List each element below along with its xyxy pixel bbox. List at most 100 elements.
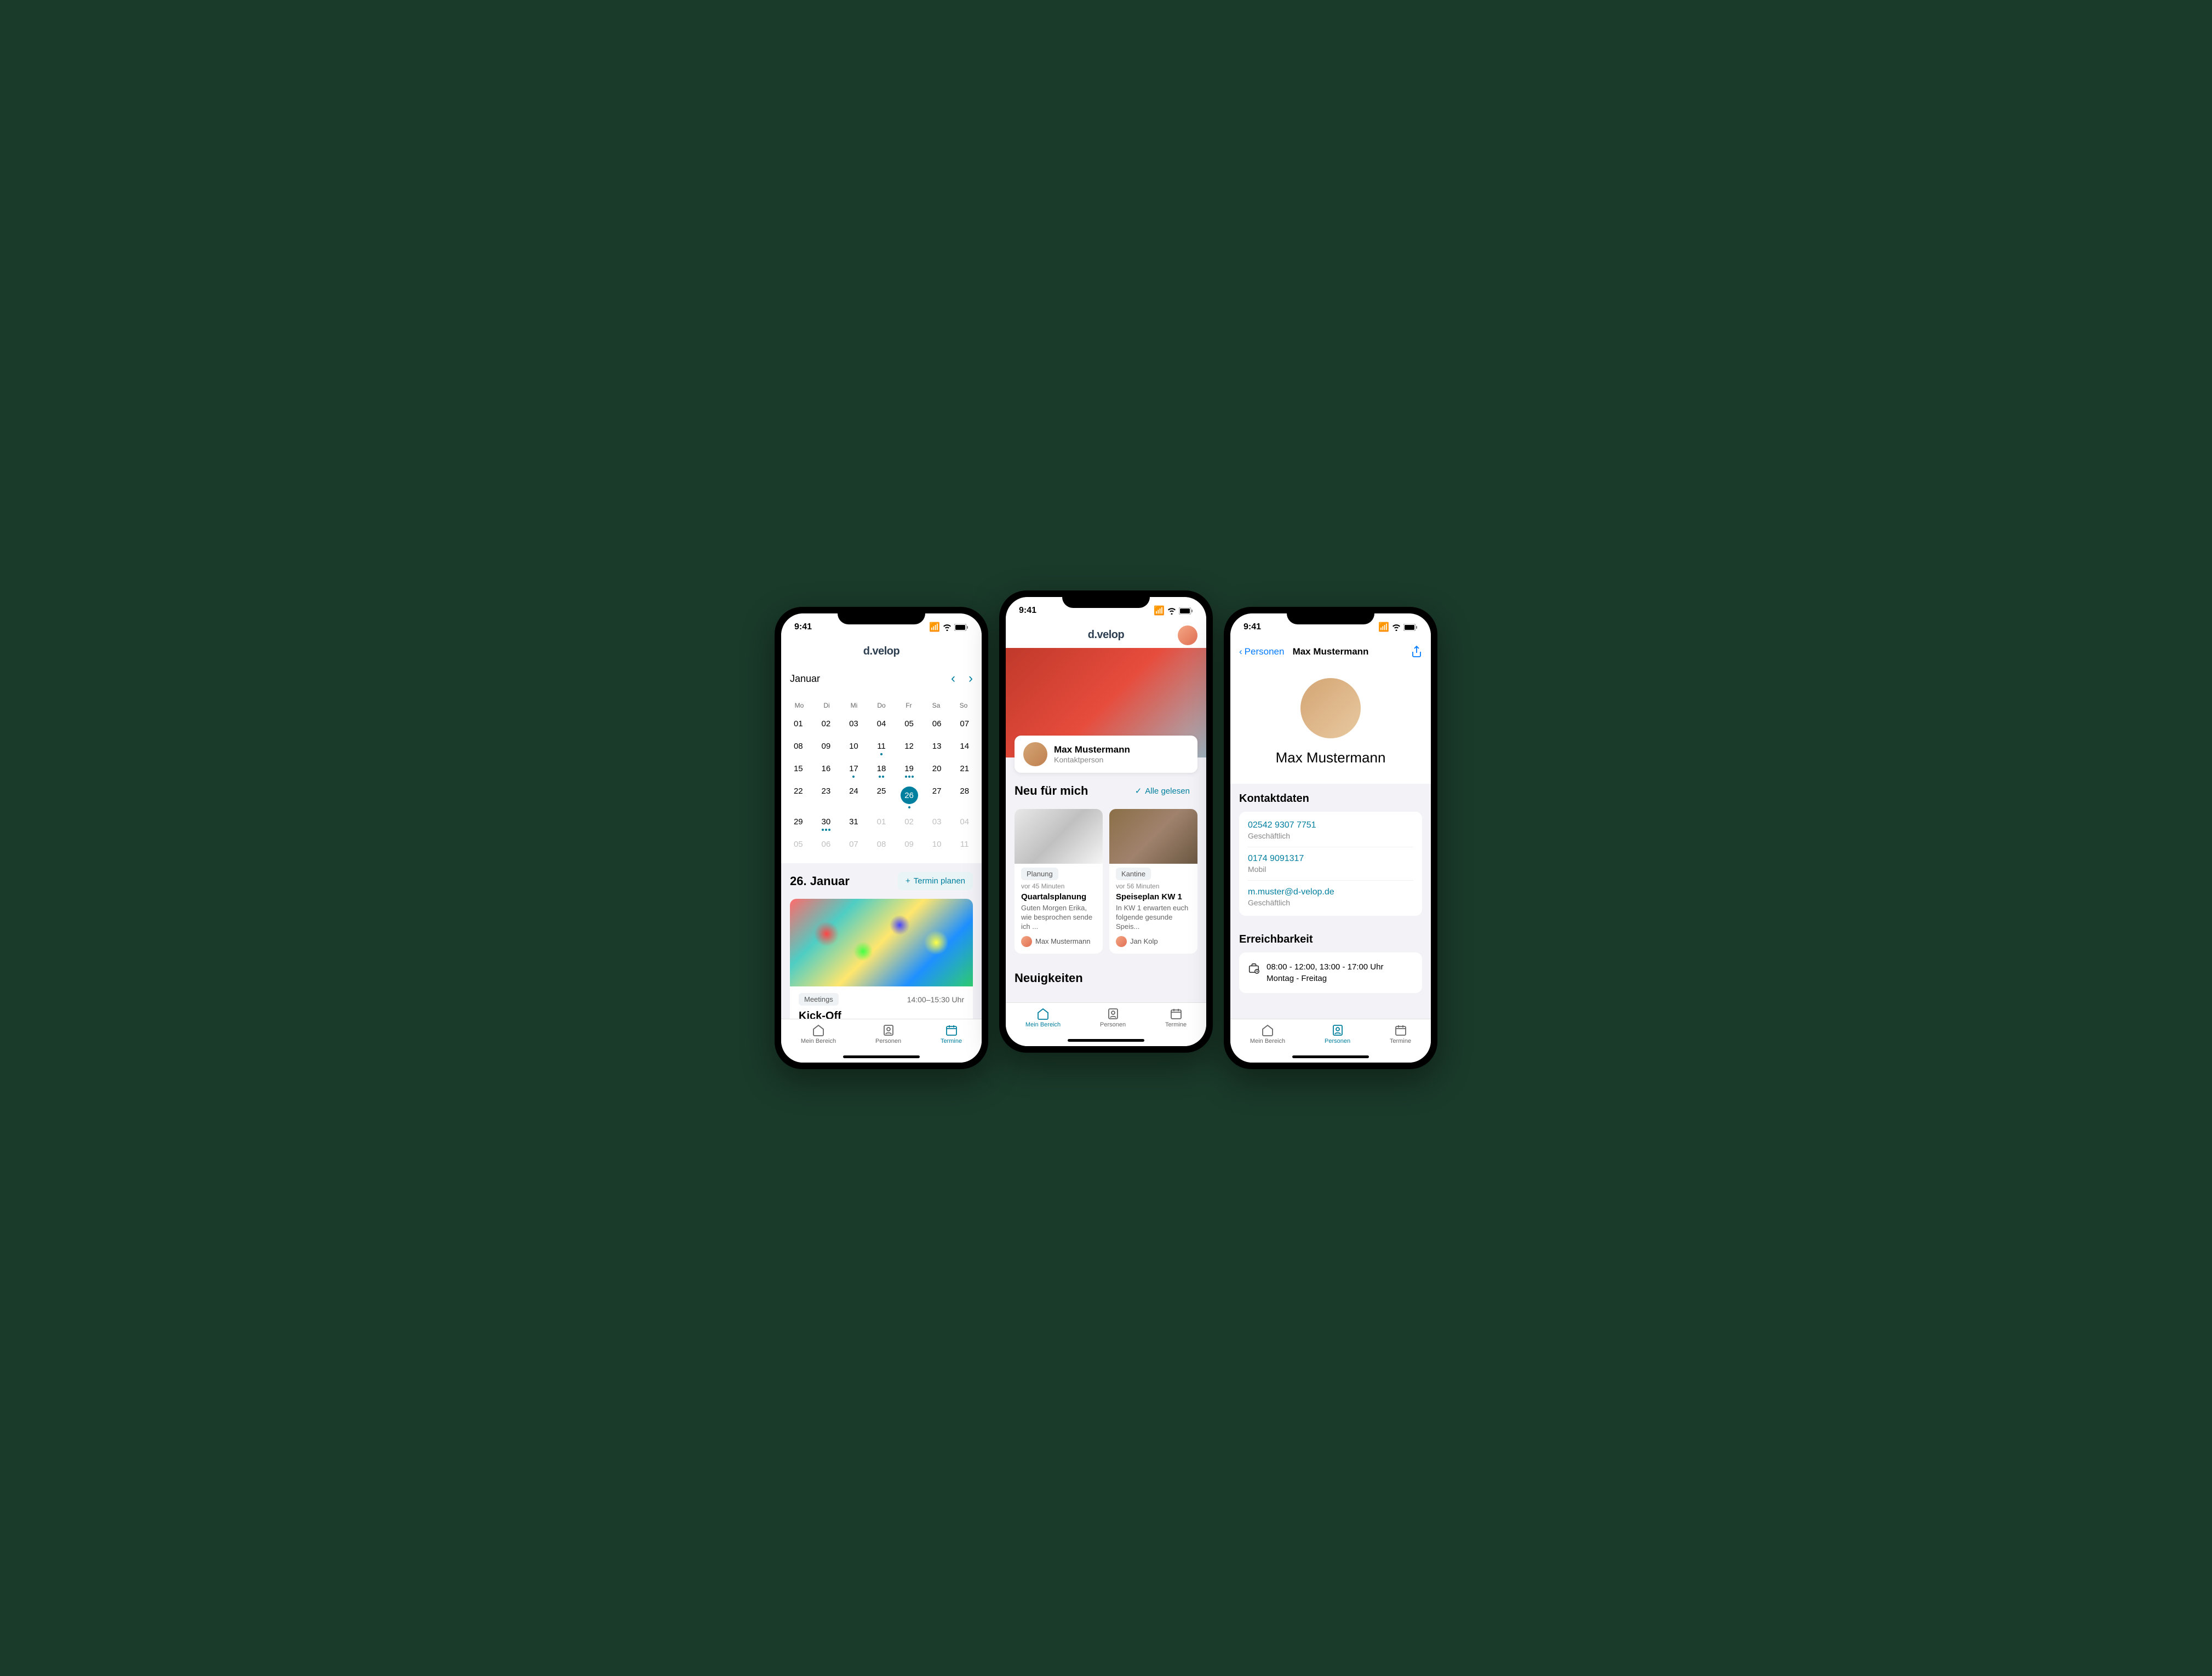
calendar-day[interactable]: 04 xyxy=(869,714,895,734)
calendar-day[interactable]: 06 xyxy=(924,714,950,734)
tab-mein-bereich[interactable]: Mein Bereich xyxy=(801,1024,836,1044)
contact-row[interactable]: 0174 9091317 Mobil xyxy=(1248,847,1413,881)
weekday-label: Do xyxy=(868,702,895,709)
news-tag: Planung xyxy=(1021,868,1058,880)
calendar-day[interactable]: 07 xyxy=(952,714,977,734)
calendar-day[interactable]: 05 xyxy=(786,834,811,854)
event-card[interactable]: Meetings 14:00–15:30 Uhr Kick-Off Sabine… xyxy=(790,899,973,1019)
prev-month-icon[interactable]: ‹ xyxy=(951,671,955,686)
calendar-day[interactable]: 10 xyxy=(841,736,867,756)
calendar-day[interactable]: 06 xyxy=(813,834,839,854)
person-icon xyxy=(882,1024,895,1037)
person-icon xyxy=(1331,1024,1344,1037)
home-indicator[interactable] xyxy=(843,1055,920,1058)
all-read-button[interactable]: ✓ Alle gelesen xyxy=(1127,782,1197,800)
contact-name: Max Mustermann xyxy=(1054,744,1130,755)
nav-header: ‹ Personen Max Mustermann xyxy=(1230,641,1431,665)
calendar-day[interactable]: 21 xyxy=(952,759,977,779)
home-indicator[interactable] xyxy=(1068,1039,1144,1042)
calendar-day[interactable]: 22 xyxy=(786,781,811,810)
calendar-day[interactable]: 08 xyxy=(869,834,895,854)
calendar-day[interactable]: 02 xyxy=(896,812,922,832)
calendar-day[interactable]: 08 xyxy=(786,736,811,756)
status-icons: 📶 xyxy=(1154,605,1193,616)
user-avatar[interactable] xyxy=(1178,625,1197,645)
calendar-day[interactable]: 03 xyxy=(924,812,950,832)
news-tag: Kantine xyxy=(1116,868,1151,880)
home-icon xyxy=(1261,1024,1274,1037)
next-month-icon[interactable]: › xyxy=(969,671,973,686)
calendar-day[interactable]: 14 xyxy=(952,736,977,756)
calendar-day[interactable]: 25 xyxy=(869,781,895,810)
calendar-day[interactable]: 27 xyxy=(924,781,950,810)
tab-personen[interactable]: Personen xyxy=(875,1024,901,1044)
calendar-day[interactable]: 28 xyxy=(952,781,977,810)
calendar-day[interactable]: 11 xyxy=(869,736,895,756)
check-icon: ✓ xyxy=(1135,786,1142,796)
share-icon[interactable] xyxy=(1411,645,1422,658)
calendar-day[interactable]: 20 xyxy=(924,759,950,779)
signal-icon: 📶 xyxy=(929,622,940,633)
news-time: vor 56 Minuten xyxy=(1116,882,1191,890)
calendar-day[interactable]: 05 xyxy=(896,714,922,734)
calendar-day[interactable]: 07 xyxy=(841,834,867,854)
calendar-day[interactable]: 15 xyxy=(786,759,811,779)
calendar-day[interactable]: 11 xyxy=(952,834,977,854)
tab-personen[interactable]: Personen xyxy=(1325,1024,1350,1044)
event-image xyxy=(790,899,973,986)
calendar-day[interactable]: 31 xyxy=(841,812,867,832)
tab-mein-bereich[interactable]: Mein Bereich xyxy=(1250,1024,1285,1044)
news-card[interactable]: Planung vor 45 Minuten Quartalsplanung G… xyxy=(1015,809,1103,954)
calendar-day[interactable]: 24 xyxy=(841,781,867,810)
calendar-day[interactable]: 01 xyxy=(869,812,895,832)
calendar-day[interactable]: 16 xyxy=(813,759,839,779)
calendar-day[interactable]: 26 xyxy=(896,781,922,810)
contact-row[interactable]: m.muster@d-velop.de Geschäftlich xyxy=(1248,881,1413,914)
calendar-day[interactable]: 29 xyxy=(786,812,811,832)
avatar xyxy=(1023,742,1047,766)
phone-person: 9:41 📶 ‹ Personen Max Mustermann Max Mus… xyxy=(1224,607,1437,1069)
calendar-day[interactable]: 12 xyxy=(896,736,922,756)
home-icon xyxy=(1036,1007,1050,1020)
calendar-day[interactable]: 04 xyxy=(952,812,977,832)
weekday-label: Sa xyxy=(922,702,950,709)
calendar-day[interactable]: 17 xyxy=(841,759,867,779)
wifi-icon xyxy=(942,623,952,631)
status-time: 9:41 xyxy=(1019,606,1036,616)
calendar-day[interactable]: 09 xyxy=(813,736,839,756)
contact-row[interactable]: 02542 9307 7751 Geschäftlich xyxy=(1248,814,1413,847)
calendar-day[interactable]: 10 xyxy=(924,834,950,854)
calendar-day[interactable]: 01 xyxy=(786,714,811,734)
tab-termine[interactable]: Termine xyxy=(1390,1024,1411,1044)
home-icon xyxy=(812,1024,825,1037)
calendar-day[interactable]: 30 xyxy=(813,812,839,832)
status-icons: 📶 xyxy=(929,622,969,633)
calendar-day[interactable]: 02 xyxy=(813,714,839,734)
tab-termine[interactable]: Termine xyxy=(941,1024,962,1044)
weekday-label: Di xyxy=(813,702,840,709)
news-time: vor 45 Minuten xyxy=(1021,882,1096,890)
home-indicator[interactable] xyxy=(1292,1055,1369,1058)
event-title: Kick-Off xyxy=(799,1010,964,1019)
news-excerpt: Guten Morgen Erika, wie besprochen sende… xyxy=(1021,904,1096,932)
contact-card: 02542 9307 7751 Geschäftlich 0174 909131… xyxy=(1239,812,1422,916)
calendar-day[interactable]: 19 xyxy=(896,759,922,779)
news-image xyxy=(1109,809,1197,864)
tab-personen[interactable]: Personen xyxy=(1100,1007,1126,1028)
tab-mein-bereich[interactable]: Mein Bereich xyxy=(1025,1007,1061,1028)
calendar-day[interactable]: 09 xyxy=(896,834,922,854)
contact-card[interactable]: Max Mustermann Kontaktperson xyxy=(1015,736,1197,773)
news-card[interactable]: Kantine vor 56 Minuten Speiseplan KW 1 I… xyxy=(1109,809,1197,954)
calendar-day[interactable]: 13 xyxy=(924,736,950,756)
back-button[interactable]: ‹ Personen xyxy=(1239,646,1284,657)
notch xyxy=(1287,607,1374,624)
tab-termine[interactable]: Termine xyxy=(1165,1007,1187,1028)
calendar-day[interactable]: 03 xyxy=(841,714,867,734)
calendar-day[interactable]: 23 xyxy=(813,781,839,810)
plan-event-button[interactable]: + Termin planen xyxy=(898,872,973,890)
calendar-day[interactable]: 18 xyxy=(869,759,895,779)
calendar-icon xyxy=(1394,1024,1407,1037)
event-tag: Meetings xyxy=(799,993,839,1006)
news-author: Max Mustermann xyxy=(1021,936,1096,947)
weekday-label: Mi xyxy=(840,702,868,709)
